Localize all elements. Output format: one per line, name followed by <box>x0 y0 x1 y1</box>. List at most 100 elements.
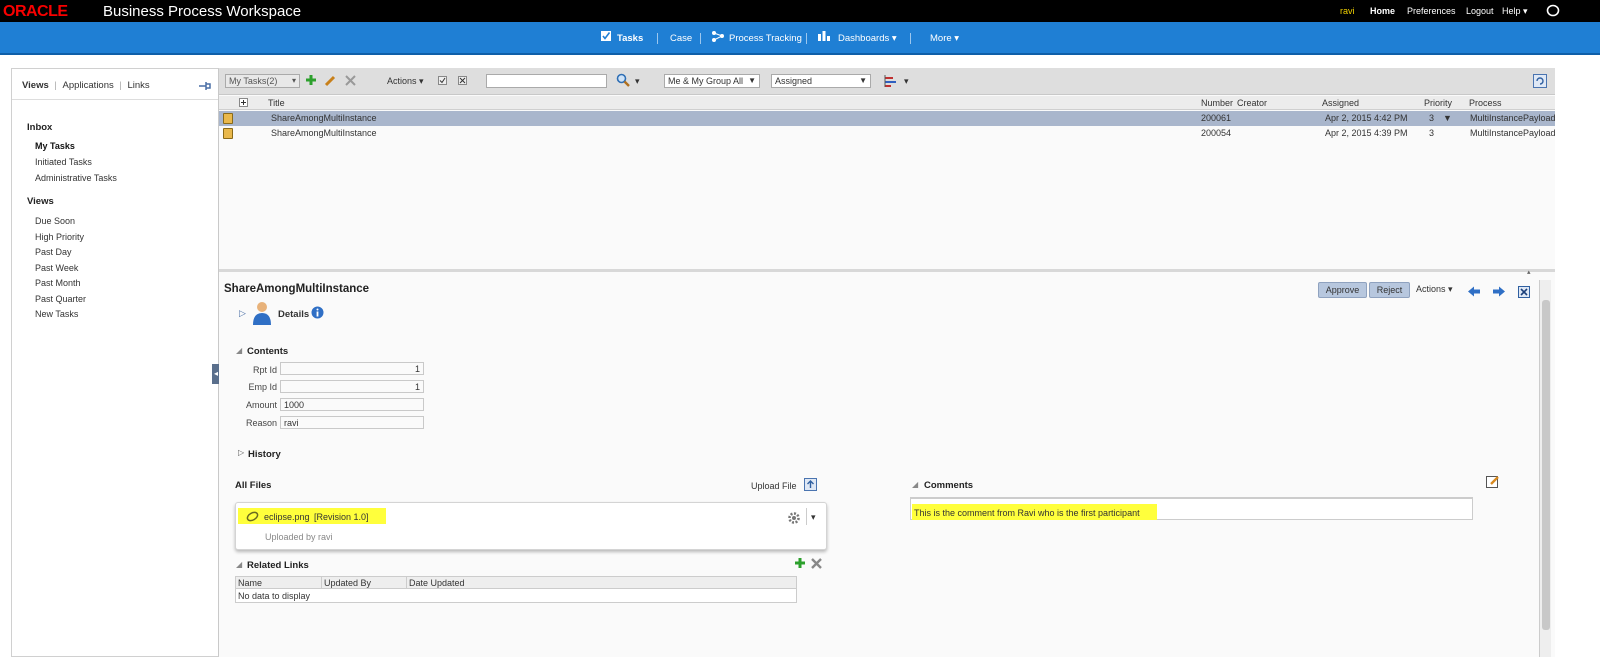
edit-icon[interactable] <box>324 74 337 87</box>
next-arrow-icon[interactable] <box>1492 286 1506 297</box>
pane-splitter[interactable] <box>219 269 1555 272</box>
tab-applications[interactable]: Applications <box>63 80 114 91</box>
search-input[interactable] <box>486 74 607 88</box>
view-past-quarter[interactable]: Past Quarter <box>35 294 86 304</box>
paperclip-icon <box>246 511 259 522</box>
reject-button[interactable]: Reject <box>1369 282 1410 298</box>
col-assigned[interactable]: Assigned <box>1322 98 1359 108</box>
tab-links[interactable]: Links <box>128 80 150 91</box>
col-name[interactable]: Name <box>238 578 262 588</box>
nav-case[interactable]: Case <box>670 33 692 44</box>
emp-id-field[interactable]: 1 <box>280 380 424 393</box>
col-priority[interactable]: Priority <box>1424 98 1452 108</box>
tab-views[interactable]: Views <box>22 80 49 91</box>
row-title[interactable]: ShareAmongMultiInstance <box>271 128 377 138</box>
upload-file-link[interactable]: Upload File <box>751 481 797 491</box>
add-comment-icon[interactable] <box>1486 475 1500 489</box>
detail-scrollbar[interactable] <box>1539 280 1551 657</box>
col-title[interactable]: Title <box>268 98 285 108</box>
col-date-updated[interactable]: Date Updated <box>409 578 465 588</box>
add-icon[interactable] <box>305 74 317 86</box>
file-menu-chevron-icon[interactable]: ▾ <box>811 512 816 523</box>
upload-icon[interactable] <box>804 478 817 491</box>
inbox-administrative-tasks[interactable]: Administrative Tasks <box>35 173 117 183</box>
main-panel: My Tasks(2) ▾ Actions ▾ ▾ Me & My Group A… <box>219 68 1556 657</box>
chart-options-chevron-icon[interactable]: ▾ <box>904 76 909 87</box>
view-new-tasks[interactable]: New Tasks <box>35 309 78 319</box>
left-tabs: Views | Applications | Links <box>22 80 150 91</box>
col-updated-by[interactable]: Updated By <box>324 578 371 588</box>
search-options-chevron-icon[interactable]: ▾ <box>635 76 640 87</box>
previous-arrow-icon[interactable] <box>1467 286 1481 297</box>
col-process[interactable]: Process <box>1469 98 1502 108</box>
search-icon[interactable] <box>616 73 630 87</box>
view-past-month[interactable]: Past Month <box>35 278 81 288</box>
task-detail-title: ShareAmongMultiInstance <box>224 283 370 295</box>
inbox-my-tasks[interactable]: My Tasks <box>35 141 75 151</box>
close-icon[interactable] <box>1518 286 1530 298</box>
details-label[interactable]: Details <box>278 309 309 320</box>
chart-icon[interactable] <box>884 75 898 87</box>
toolbar-actions-menu[interactable]: Actions ▾ <box>387 76 424 87</box>
user-avatar-icon <box>253 302 271 325</box>
nav-process-tracking[interactable]: Process Tracking <box>729 33 802 44</box>
table-row[interactable]: ShareAmongMultiInstance 200054 Apr 2, 20… <box>219 126 1556 141</box>
field-label: Emp Id <box>248 382 277 392</box>
add-link-icon[interactable] <box>794 557 806 569</box>
app-title: Business Process Workspace <box>103 3 302 20</box>
comments-collapse-icon[interactable]: ◢ <box>912 480 918 489</box>
rpt-id-field[interactable]: 1 <box>280 362 424 375</box>
contents-collapse-icon[interactable]: ◢ <box>236 346 242 355</box>
view-high-priority[interactable]: High Priority <box>35 232 84 242</box>
file-name-link[interactable]: eclipse.png <box>264 512 310 522</box>
reject-icon[interactable] <box>458 76 467 85</box>
view-past-day[interactable]: Past Day <box>35 247 72 257</box>
user-name[interactable]: ravi <box>1340 6 1355 16</box>
gear-icon[interactable] <box>787 511 801 525</box>
help-menu[interactable]: Help ▾ <box>1502 6 1528 17</box>
nav-dashboards[interactable]: Dashboards ▾ <box>838 33 897 44</box>
view-past-week[interactable]: Past Week <box>35 263 78 273</box>
all-files-heading: All Files <box>235 480 272 491</box>
scrollbar-thumb[interactable] <box>1542 300 1550 630</box>
table-row[interactable]: ShareAmongMultiInstance 200061 Apr 2, 20… <box>219 111 1556 126</box>
pin-icon[interactable] <box>198 81 211 91</box>
related-links-table: Name Updated By Date Updated No data to … <box>235 576 797 603</box>
inbox-initiated-tasks[interactable]: Initiated Tasks <box>35 157 92 167</box>
view-select[interactable]: My Tasks(2) ▾ <box>225 74 300 88</box>
remove-link-icon[interactable] <box>811 558 822 569</box>
row-number: 200054 <box>1201 128 1232 138</box>
nav-separator <box>657 33 658 44</box>
uploaded-by: Uploaded by ravi <box>265 532 333 542</box>
row-title[interactable]: ShareAmongMultiInstance <box>271 113 377 123</box>
logout-link[interactable]: Logout <box>1466 6 1494 16</box>
refresh-icon[interactable] <box>1533 74 1547 88</box>
delete-icon[interactable] <box>345 75 356 86</box>
row-process: MultiInstancePayload <box>1470 113 1556 123</box>
expand-all-icon[interactable] <box>239 98 248 107</box>
state-filter[interactable]: Assigned ▼ <box>771 74 871 88</box>
home-link[interactable]: Home <box>1370 6 1395 16</box>
related-links-collapse-icon[interactable]: ◢ <box>236 560 242 569</box>
nav-more[interactable]: More ▾ <box>930 33 959 44</box>
approve-icon[interactable] <box>438 76 447 85</box>
field-label: Amount <box>245 400 277 410</box>
view-due-soon[interactable]: Due Soon <box>35 216 75 226</box>
col-number[interactable]: Number <box>1201 98 1233 108</box>
assignee-filter[interactable]: Me & My Group All ▼ <box>664 74 760 88</box>
nav-tasks[interactable]: Tasks <box>617 33 643 44</box>
tab-separator: | <box>119 80 122 91</box>
preferences-link[interactable]: Preferences <box>1407 6 1456 16</box>
power-icon[interactable] <box>1546 4 1560 17</box>
detail-actions-menu[interactable]: Actions ▾ <box>1416 284 1453 295</box>
amount-field[interactable]: 1000 <box>280 398 424 411</box>
history-expand-icon[interactable]: ▷ <box>238 448 244 457</box>
reason-field[interactable]: ravi <box>280 416 424 429</box>
history-heading[interactable]: History <box>248 449 281 460</box>
splitter-collapse-icon[interactable]: ▴ <box>1527 268 1531 276</box>
details-expand-icon[interactable]: ▷ <box>239 308 246 319</box>
approve-button[interactable]: Approve <box>1318 282 1367 298</box>
info-icon[interactable] <box>311 306 324 319</box>
col-creator[interactable]: Creator <box>1237 98 1267 108</box>
row-process: MultiInstancePayload <box>1470 128 1556 138</box>
